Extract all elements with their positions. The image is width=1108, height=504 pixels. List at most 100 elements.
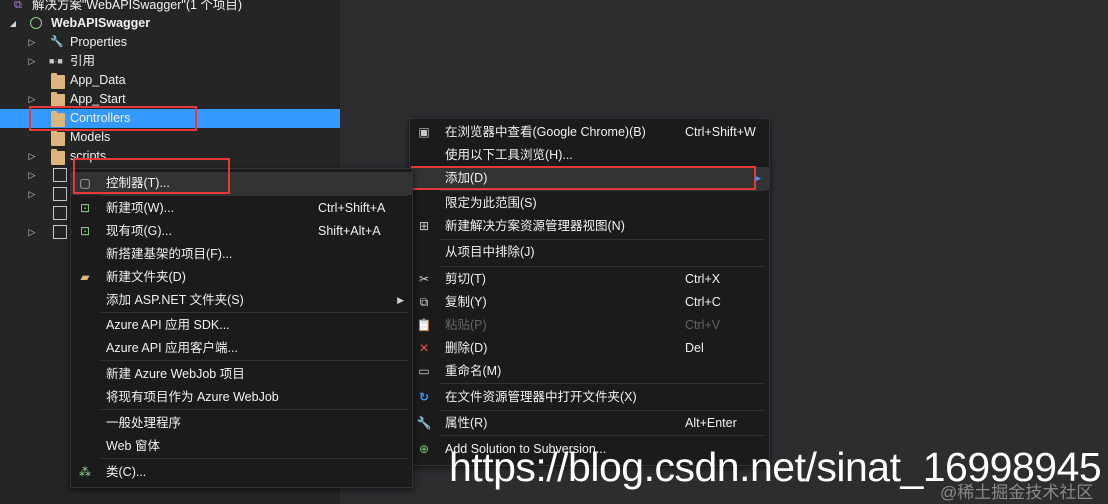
- controller-icon: ▢: [79, 176, 91, 190]
- menu-item-9[interactable]: ✕ 删除(D) Del: [410, 337, 769, 360]
- paste-icon: 📋: [416, 318, 432, 332]
- menu-separator: [101, 360, 408, 361]
- submenu-item-1[interactable]: ⊡ 新建项(W)... Ctrl+Shift+A: [71, 197, 412, 220]
- expand-arrow-icon[interactable]: ▷: [27, 90, 37, 109]
- menu-item-6[interactable]: ✂ 剪切(T) Ctrl+X: [410, 268, 769, 291]
- new-item-icon: ⊡: [79, 201, 91, 215]
- cut-icon: ✂: [418, 272, 430, 286]
- expand-arrow-icon[interactable]: ▷: [27, 33, 37, 52]
- menu-item-8: 📋 粘贴(P) Ctrl+V: [410, 314, 769, 337]
- menu-item-label: 在文件资源管理器中打开文件夹(X): [445, 390, 637, 404]
- menu-item-label: 从项目中排除(J): [445, 245, 535, 259]
- tree-item-label: Controllers: [70, 111, 131, 125]
- menu-item-label: 重命名(M): [445, 364, 502, 378]
- tree-item--[interactable]: ▷ ■·■ 引用: [0, 52, 340, 71]
- watermark-tag: @稀土掘金技术社区: [940, 483, 1094, 502]
- solution-node[interactable]: ⧉ 解决方案"WebAPISwagger"(1 个项目): [0, 0, 340, 15]
- menu-item-shortcut: Ctrl+C: [685, 295, 721, 309]
- menu-item-3[interactable]: 限定为此范围(S): [410, 192, 769, 215]
- submenu-item-7[interactable]: Azure API 应用客户端...: [71, 337, 412, 360]
- tree-item-label: App_Start: [70, 92, 126, 106]
- config-file-icon: [53, 225, 67, 239]
- menu-item-label: 使用以下工具浏览(H)...: [445, 148, 573, 162]
- submenu-arrow-icon: ▶: [397, 295, 404, 305]
- menu-item-11[interactable]: ↻ 在文件资源管理器中打开文件夹(X): [410, 386, 769, 409]
- menu-item-shortcut: Alt+Enter: [685, 416, 737, 430]
- tree-item-label: Properties: [70, 35, 127, 49]
- submenu-item-8[interactable]: 新建 Azure WebJob 项目: [71, 363, 412, 386]
- menu-separator: [440, 190, 765, 191]
- menu-item-5[interactable]: 从项目中排除(J): [410, 241, 769, 264]
- submenu-item-3[interactable]: 新搭建基架的项目(F)...: [71, 243, 412, 266]
- tree-item-label: App_Data: [70, 73, 126, 87]
- menu-item-10[interactable]: ▭ 重命名(M): [410, 360, 769, 383]
- expand-arrow-icon[interactable]: ▷: [27, 52, 37, 71]
- menu-item-1[interactable]: 使用以下工具浏览(H)...: [410, 144, 769, 167]
- submenu-item-shortcut: Ctrl+Shift+A: [318, 201, 386, 215]
- copy-icon: ⧉: [419, 295, 429, 309]
- submenu-item-9[interactable]: 将现有项目作为 Azure WebJob: [71, 386, 412, 409]
- submenu-item-label: 将现有项目作为 Azure WebJob: [106, 390, 279, 404]
- submenu-item-label: 新建文件夹(D): [106, 270, 186, 284]
- menu-item-12[interactable]: 🔧 属性(R) Alt+Enter: [410, 412, 769, 435]
- submenu-item-label: Web 窗体: [106, 439, 160, 453]
- project-node[interactable]: ◢ WebAPISwagger: [0, 14, 340, 33]
- tree-item-properties[interactable]: ▷ 🔧 Properties: [0, 33, 340, 52]
- submenu-item-2[interactable]: ⊡ 现有项(G)... Shift+Alt+A: [71, 220, 412, 243]
- tree-item-label: Models: [70, 130, 111, 144]
- expand-arrow-icon[interactable]: ▷: [27, 166, 37, 185]
- menu-separator: [101, 312, 408, 313]
- delete-icon: ✕: [418, 341, 430, 355]
- menu-item-0[interactable]: ▣ 在浏览器中查看(Google Chrome)(B) Ctrl+Shift+W: [410, 121, 769, 144]
- submenu-item-4[interactable]: ▰ 新建文件夹(D): [71, 266, 412, 289]
- open-folder-icon: ↻: [418, 390, 430, 404]
- vs-solution-icon: ⧉: [14, 0, 22, 11]
- expand-arrow-icon[interactable]: ▷: [27, 185, 37, 204]
- submenu-item-5[interactable]: 添加 ASP.NET 文件夹(S) ▶: [71, 289, 412, 312]
- menu-item-label: 粘贴(P): [445, 318, 487, 332]
- submenu-item-label: Azure API 应用客户端...: [106, 341, 238, 355]
- config-file-icon: [53, 168, 67, 182]
- menu-separator: [440, 266, 765, 267]
- tree-item-label: 引用: [70, 54, 96, 68]
- tree-item-app-start[interactable]: ▷ App_Start: [0, 90, 340, 109]
- submenu-item-label: 添加 ASP.NET 文件夹(S): [106, 293, 244, 307]
- tree-item-app-data[interactable]: App_Data: [0, 71, 340, 90]
- menu-item-shortcut: Del: [685, 341, 704, 355]
- submenu-item-12[interactable]: ⁂ 类(C)...: [71, 461, 412, 484]
- folder-icon: [51, 73, 65, 89]
- tree-item-scripts[interactable]: ▷ scripts: [0, 147, 340, 166]
- submenu-item-6[interactable]: Azure API 应用 SDK...: [71, 314, 412, 337]
- tree-item-models[interactable]: Models: [0, 128, 340, 147]
- menu-separator: [440, 383, 765, 384]
- submenu-item-10[interactable]: 一般处理程序: [71, 412, 412, 435]
- solution-label: 解决方案"WebAPISwagger"(1 个项目): [32, 0, 243, 12]
- expand-arrow-icon[interactable]: ▷: [27, 223, 37, 242]
- folder-icon: [51, 149, 65, 165]
- menu-item-label: 限定为此范围(S): [445, 196, 537, 210]
- menu-item-label: 添加(D): [445, 171, 488, 185]
- browser-view-icon: ▣: [418, 125, 430, 139]
- class-icon: ⁂: [79, 465, 91, 479]
- submenu-item-label: 新建项(W)...: [106, 201, 175, 215]
- new-folder-icon: ▰: [80, 270, 90, 284]
- menu-separator: [101, 458, 408, 459]
- menu-item-4[interactable]: ⊞ 新建解决方案资源管理器视图(N): [410, 215, 769, 238]
- project-label: WebAPISwagger: [51, 16, 151, 30]
- tree-item-label: scripts: [70, 149, 107, 163]
- menu-item-7[interactable]: ⧉ 复制(Y) Ctrl+C: [410, 291, 769, 314]
- submenu-item-11[interactable]: Web 窗体: [71, 435, 412, 458]
- tree-item-controllers[interactable]: Controllers: [0, 109, 340, 128]
- submenu-arrow-icon: ▶: [754, 173, 761, 183]
- menu-item-2[interactable]: 添加(D) ▶: [410, 167, 769, 190]
- folder-icon: [51, 130, 65, 146]
- collapse-arrow-icon[interactable]: ◢: [8, 14, 18, 33]
- submenu-item-label: 一般处理程序: [106, 416, 182, 430]
- submenu-item-0[interactable]: ▢ 控制器(T)...: [71, 172, 412, 195]
- add-submenu: ▢ 控制器(T)... ⊡ 新建项(W)... Ctrl+Shift+A ⊡ 现有项(G).…: [70, 168, 413, 488]
- wrench-icon: 🔧: [50, 36, 64, 48]
- expand-arrow-icon[interactable]: ▷: [27, 147, 37, 166]
- menu-item-label: 复制(Y): [445, 295, 487, 309]
- menu-item-label: 删除(D): [445, 341, 488, 355]
- menu-item-label: 新建解决方案资源管理器视图(N): [445, 219, 625, 233]
